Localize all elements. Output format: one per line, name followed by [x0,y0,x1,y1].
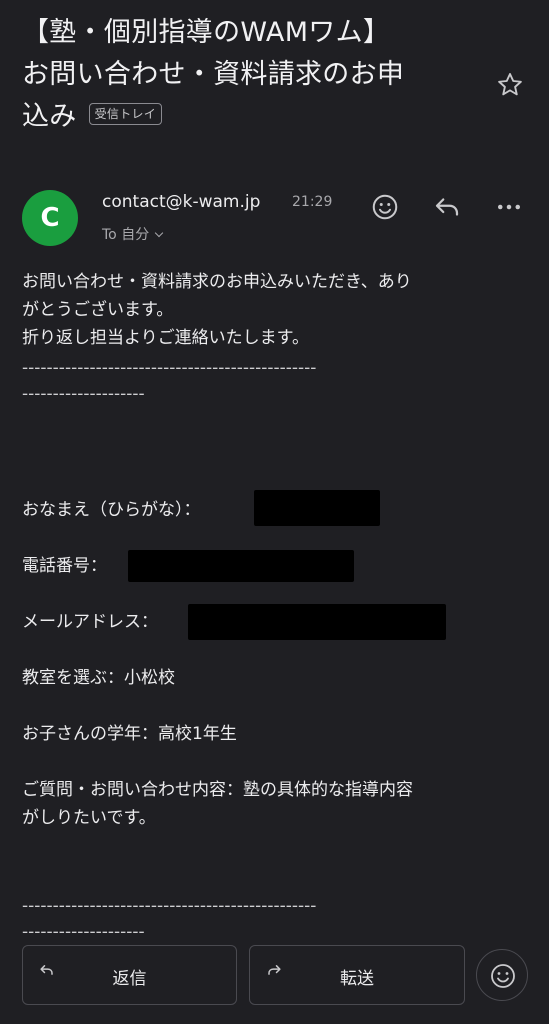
emoji-icon [491,964,515,988]
sender-row: C contact@k-wam.jp 21:29 To 自分 [22,190,528,250]
phone-field-label: 電話番号： [22,556,107,576]
redacted-name [254,490,380,526]
intro-line-1: お問い合わせ・資料請求のお申込みいただき、あり [22,272,412,292]
forward-button-label: 転送 [340,969,374,989]
separator-bottom-1: ----------------------------------------… [22,896,317,916]
separator-top-2: -------------------- [22,384,145,404]
more-icon[interactable] [494,192,524,222]
star-icon[interactable] [495,70,525,100]
recipient-text: To 自分 [102,227,150,243]
reply-button[interactable]: 返信 [22,945,237,1005]
emoji-reaction-button[interactable] [476,949,528,1001]
subject-line-2: お問い合わせ・資料請求のお申 [22,59,405,90]
intro-line-3: 折り返し担当よりご連絡いたします。 [22,328,309,348]
forward-button[interactable]: 転送 [249,945,465,1005]
action-bar: 返信 転送 [22,945,528,1005]
subject-line-3-text: 込み [22,101,77,132]
separator-top-1: ----------------------------------------… [22,358,317,378]
classroom-field: 教室を選ぶ：小松校 [22,668,175,688]
reply-button-label: 返信 [112,969,147,989]
email-subject: 【塾・個別指導のWAMワム】 お問い合わせ・資料請求のお申 込み 受信トレイ [22,12,502,138]
email-field-label: メールアドレス： [22,612,158,632]
separator-bottom-2: -------------------- [22,922,145,942]
grade-field: お子さんの学年：高校1年生 [22,724,237,744]
redacted-email [188,604,446,640]
sender-address[interactable]: contact@k-wam.jp [102,192,260,212]
avatar[interactable]: C [22,190,78,246]
inbox-label-chip[interactable]: 受信トレイ [88,102,163,125]
redacted-phone [128,550,354,582]
name-field-label: おなまえ（ひらがな）： [22,500,201,520]
inquiry-line-1: ご質問・お問い合わせ内容：塾の具体的な指導内容 [22,780,413,800]
recipient-details[interactable]: To 自分 [102,224,164,244]
reply-icon[interactable] [432,192,462,222]
chevron-down-icon [154,228,164,238]
subject-line-1: 【塾・個別指導のWAMワム】 [22,17,391,48]
emoji-icon[interactable] [370,192,400,222]
subject-line-3: 込み 受信トレイ [22,96,502,138]
inquiry-line-2: がしりたいです。 [22,808,156,828]
received-time: 21:29 [292,194,333,210]
intro-line-2: がとうございます。 [22,300,174,320]
